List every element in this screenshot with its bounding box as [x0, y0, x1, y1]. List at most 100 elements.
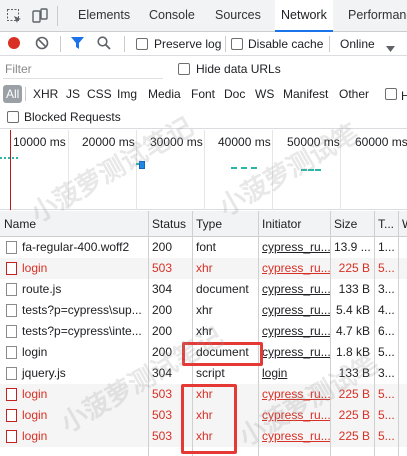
cell-type: xhr: [196, 429, 213, 443]
chevron-down-icon[interactable]: [386, 41, 395, 55]
cell-name[interactable]: route.js: [0, 279, 148, 300]
preserve-log-label: Preserve log: [154, 37, 222, 51]
cell-initiator[interactable]: cypress_ru...: [258, 384, 330, 405]
table-row[interactable]: login 503 xhr cypress_ru... 225 B 5...: [0, 426, 407, 447]
hide-data-urls-checkbox[interactable]: [178, 63, 190, 75]
cell-name[interactable]: tests?p=cypress\inte...: [0, 321, 148, 342]
cell-name[interactable]: login: [0, 258, 148, 279]
has-blocked-cookies-label: H: [401, 89, 407, 103]
overview-gridline: [204, 130, 205, 210]
cell-initiator[interactable]: login: [258, 363, 330, 384]
column-header-initiator[interactable]: Initiator: [258, 211, 330, 237]
table-header: Name Status Type Initiator Size T... W: [0, 211, 407, 237]
type-filter-manifest[interactable]: Manifest: [280, 85, 331, 103]
tab-elements[interactable]: Elements: [78, 0, 130, 31]
cell-name[interactable]: fa-regular-400.woff2: [0, 237, 148, 258]
cell-size: 5.4 kB: [335, 303, 370, 317]
type-filter-media[interactable]: Media: [145, 85, 184, 103]
filter-input[interactable]: [3, 59, 163, 79]
table-row[interactable]: fa-regular-400.woff2 200 font cypress_ru...…: [0, 237, 407, 258]
cell-initiator[interactable]: cypress_ru...: [258, 279, 330, 300]
table-row[interactable]: route.js 304 document cypress_ru... 133 B 3..…: [0, 279, 407, 300]
cell-type: document: [196, 345, 249, 359]
cell-time: 5...: [378, 429, 395, 443]
divider: [25, 87, 26, 101]
cell-initiator[interactable]: cypress_ru...: [258, 426, 330, 447]
tab-console[interactable]: Console: [149, 0, 195, 31]
cell-size: 225 B: [338, 408, 370, 422]
column-divider: [192, 211, 193, 456]
cell-type: xhr: [196, 324, 213, 338]
divider: [57, 6, 58, 26]
cell-name[interactable]: login: [0, 342, 148, 363]
column-header-type[interactable]: Type: [192, 211, 258, 237]
overview-tick-label: 20000 ms: [82, 135, 135, 149]
type-filter-doc[interactable]: Doc: [221, 85, 248, 103]
type-filter-xhr[interactable]: XHR: [30, 85, 61, 103]
cell-status: 200: [152, 345, 173, 359]
divider: [124, 36, 125, 52]
column-header-time[interactable]: T...: [374, 211, 398, 237]
cell-initiator[interactable]: cypress_ru...: [258, 342, 330, 363]
table-row[interactable]: login 503 xhr cypress_ru... 225 B 5...: [0, 258, 407, 279]
network-overview[interactable]: 10000 ms 20000 ms 30000 ms 40000 ms 5000…: [0, 130, 407, 210]
network-toolbar: Preserve log Disable cache Online: [0, 32, 407, 56]
device-toolbar-icon[interactable]: [32, 8, 48, 24]
type-filter-img[interactable]: Img: [114, 85, 140, 103]
table-row[interactable]: login 503 xhr cypress_ru... 225 B 5...: [0, 384, 407, 405]
disable-cache-checkbox[interactable]: [231, 38, 243, 50]
hide-data-urls-label: Hide data URLs: [196, 62, 281, 76]
column-header-status[interactable]: Status: [148, 211, 192, 237]
type-filter-ws[interactable]: WS: [252, 85, 277, 103]
table-row[interactable]: login 200 document cypress_ru... 1.8 kB 5...: [0, 342, 407, 363]
cell-name[interactable]: login: [0, 426, 148, 447]
overview-tick-label: 50000 ms: [287, 135, 340, 149]
request-bar: [0, 157, 18, 159]
preserve-log-checkbox[interactable]: [136, 38, 148, 50]
table-row[interactable]: jquery.js 304 script login 133 B 3...: [0, 363, 407, 384]
cell-type: font: [196, 240, 217, 254]
cell-type: xhr: [196, 408, 213, 422]
search-icon[interactable]: [97, 36, 111, 53]
overview-tick-label: 40000 ms: [218, 135, 271, 149]
filter-icon[interactable]: [70, 36, 85, 53]
type-filter-js[interactable]: JS: [63, 85, 83, 103]
cell-initiator[interactable]: cypress_ru...: [258, 405, 330, 426]
record-icon[interactable]: [7, 36, 21, 53]
cell-time: 5...: [378, 345, 395, 359]
column-header-waterfall[interactable]: W: [398, 211, 407, 237]
cell-size: 225 B: [338, 387, 370, 401]
blocked-requests-checkbox[interactable]: [7, 111, 19, 123]
column-divider: [258, 211, 259, 456]
column-header-size[interactable]: Size: [330, 211, 374, 237]
type-filter-other[interactable]: Other: [336, 85, 372, 103]
type-filter-css[interactable]: CSS: [84, 85, 115, 103]
cell-initiator[interactable]: cypress_ru...: [258, 237, 330, 258]
type-filter-font[interactable]: Font: [188, 85, 218, 103]
cell-name[interactable]: login: [0, 384, 148, 405]
column-header-name[interactable]: Name: [0, 211, 148, 237]
table-row[interactable]: tests?p=cypress\sup... 200 xhr cypress_ru..…: [0, 300, 407, 321]
cell-time: 5...: [378, 387, 395, 401]
table-row[interactable]: login 503 xhr cypress_ru... 225 B 5...: [0, 405, 407, 426]
cell-initiator[interactable]: cypress_ru...: [258, 321, 330, 342]
clear-icon[interactable]: [35, 36, 49, 53]
cell-initiator[interactable]: cypress_ru...: [258, 300, 330, 321]
tab-performance[interactable]: Performanc: [348, 0, 407, 31]
throttling-select[interactable]: Online: [340, 37, 375, 51]
overview-gridline: [272, 130, 273, 210]
request-table: Name Status Type Initiator Size T... W f…: [0, 211, 407, 456]
cell-name[interactable]: tests?p=cypress\sup...: [0, 300, 148, 321]
cell-initiator[interactable]: cypress_ru...: [258, 258, 330, 279]
type-filter-row: All XHR JS CSS Img Media Font Doc WS Man…: [0, 81, 407, 105]
type-filter-all[interactable]: All: [3, 85, 23, 103]
tab-network[interactable]: Network: [275, 0, 333, 32]
tab-sources[interactable]: Sources: [215, 0, 261, 31]
divider: [329, 36, 330, 52]
cell-type: xhr: [196, 303, 213, 317]
has-blocked-cookies-checkbox[interactable]: [385, 88, 397, 100]
inspect-element-icon[interactable]: [6, 8, 22, 24]
cell-name[interactable]: login: [0, 405, 148, 426]
table-row[interactable]: tests?p=cypress\inte... 200 xhr cypress_ru.…: [0, 321, 407, 342]
cell-name[interactable]: jquery.js: [0, 363, 148, 384]
